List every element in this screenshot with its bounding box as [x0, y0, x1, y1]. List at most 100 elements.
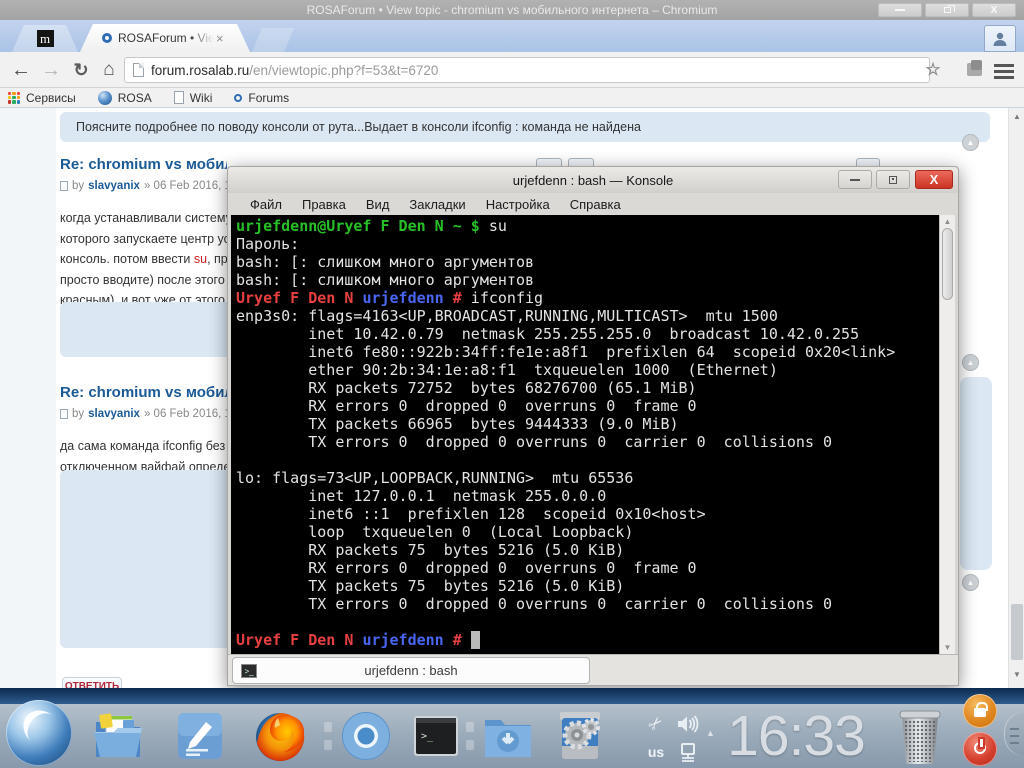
menu-item-3[interactable]: Закладки — [399, 197, 475, 212]
menu-item-1[interactable]: Правка — [292, 197, 356, 212]
pinned-tab[interactable]: m — [12, 25, 78, 52]
control-center-icon[interactable] — [552, 708, 608, 764]
scroll-down-arrow[interactable]: ▼ — [1009, 670, 1024, 679]
home-button[interactable]: ⌂ — [96, 52, 122, 88]
shutdown-button[interactable] — [963, 732, 997, 766]
downloads-folder-icon[interactable] — [480, 708, 536, 764]
minimize-icon — [850, 178, 860, 181]
url-path: /en/viewtopic.php?f=53&t=6720 — [249, 62, 439, 78]
close-button[interactable]: X — [972, 3, 1016, 17]
author-link[interactable]: slavyanix — [88, 180, 140, 192]
author-link[interactable]: slavyanix — [88, 408, 140, 420]
wiki-page-icon — [173, 91, 184, 104]
terminal-line: Пароль: — [236, 235, 300, 253]
svg-text:>_: >_ — [421, 731, 434, 742]
konsole-menubar: Файл Правка Вид Закладки Настройка Справка — [228, 193, 958, 215]
post-doc-icon — [60, 409, 68, 419]
trash-icon[interactable] — [892, 708, 948, 764]
quote-button-fragment[interactable] — [536, 158, 562, 166]
up-arrow-icon: ▲ — [966, 138, 975, 147]
post-title[interactable]: Re: chromium vs мобильного интернета — [60, 384, 227, 401]
address-bar[interactable]: forum.rosalab.ru/en/viewtopic.php?f=53&t… — [124, 57, 930, 83]
terminal-line: TX packets 75 bytes 5216 (5.0 KiB) — [236, 577, 625, 595]
chromium-titlebar: ROSAForum • View topic - chromium vs моб… — [0, 0, 1024, 20]
bookmark-star-icon[interactable]: ☆ — [920, 52, 946, 88]
panel-clock[interactable]: 16:33 — [716, 702, 876, 768]
scroll-up-arrow[interactable]: ▲ — [1009, 112, 1024, 121]
bookmark-label: Сервисы — [26, 90, 76, 105]
keyboard-layout-indicator[interactable]: us — [648, 744, 664, 760]
top-link-button[interactable]: ▲ — [962, 574, 979, 591]
scrollbar-thumb[interactable] — [1011, 604, 1023, 660]
terminal-scrollbar[interactable]: ▲ ▼ — [939, 215, 955, 654]
terminal-line: Uryef F Den N urjefdenn # ifconfig — [236, 289, 544, 307]
browser-scrollbar[interactable]: ▲ ▼ — [1008, 108, 1024, 690]
terminal-icon: >_ — [241, 663, 257, 678]
terminal-line: bash: [: слишком много аргументов — [236, 253, 535, 271]
lock-screen-button[interactable] — [963, 694, 997, 728]
terminal-line: TX packets 66965 bytes 9444333 (9.0 MiB) — [236, 415, 679, 433]
konsole-titlebar[interactable]: urjefdenn : bash — Konsole X — [228, 167, 958, 193]
bookmark-label: ROSA — [117, 90, 152, 105]
firefox-icon[interactable] — [252, 708, 308, 764]
tab-rosaforum[interactable]: ROSAForum • View topic × — [80, 24, 250, 52]
menu-item-5[interactable]: Справка — [560, 197, 631, 212]
network-icon[interactable] — [678, 742, 698, 762]
maximize-button[interactable] — [925, 3, 969, 17]
forward-button[interactable]: → — [38, 52, 64, 88]
maximize-icon — [889, 175, 897, 184]
system-tray: ✂ us — [640, 710, 704, 766]
new-tab-button[interactable] — [252, 28, 294, 52]
scroll-up-arrow[interactable]: ▲ — [940, 217, 955, 226]
top-link-button[interactable]: ▲ — [962, 134, 979, 151]
reload-button[interactable]: ↻ — [68, 52, 94, 88]
konsole-launcher-icon[interactable]: >_ — [408, 708, 464, 764]
menu-item-0[interactable]: Файл — [240, 197, 292, 212]
tab-close-icon[interactable]: × — [216, 31, 224, 46]
konsole-minimize-button[interactable] — [838, 170, 872, 189]
panel-separator — [324, 714, 332, 758]
terminal-line: RX errors 0 dropped 0 overruns 0 frame 0 — [236, 559, 697, 577]
bookmark-wiki[interactable]: Wiki — [173, 90, 213, 105]
scroll-down-arrow[interactable]: ▼ — [940, 643, 955, 652]
menu-item-4[interactable]: Настройка — [476, 197, 560, 212]
menu-button[interactable] — [994, 64, 1014, 79]
tab-title: ROSAForum • View topic — [118, 31, 214, 45]
clipboard-scissors-icon[interactable]: ✂ — [644, 712, 668, 736]
up-arrow-icon: ▲ — [966, 578, 975, 587]
file-manager-icon[interactable] — [90, 708, 146, 764]
bookmarks-bar: Сервисы ROSA Wiki Forums — [0, 88, 1024, 108]
chromium-icon[interactable] — [338, 708, 394, 764]
post-button-fragment[interactable] — [856, 158, 880, 166]
panel-handle[interactable] — [1004, 712, 1024, 756]
url-domain: forum.rosalab.ru — [151, 62, 250, 78]
terminal[interactable]: urjefdenn@Uryef F Den N ~ $ su Пароль: bas… — [231, 215, 942, 654]
top-link-button[interactable]: ▲ — [962, 354, 979, 371]
rosa-launcher-button[interactable] — [6, 700, 72, 766]
minimize-icon — [895, 9, 905, 11]
bookmark-rosa[interactable]: ROSA — [97, 90, 152, 105]
extension-icon[interactable] — [967, 60, 982, 76]
post-title[interactable]: Re: chromium vs мобильного интернета — [60, 156, 227, 173]
konsole-maximize-button[interactable] — [876, 170, 910, 189]
panel-separator — [466, 714, 474, 758]
konsole-tab[interactable]: >_ urjefdenn : bash — [232, 657, 590, 684]
text-editor-icon[interactable] — [172, 708, 228, 764]
rosa-icon — [97, 90, 112, 105]
tray-expander-icon[interactable]: ▲ — [706, 728, 715, 738]
volume-icon[interactable] — [677, 715, 699, 733]
window-title: ROSAForum • View topic - chromium vs моб… — [306, 3, 718, 17]
bookmark-forums[interactable]: Forums — [234, 91, 289, 105]
terminal-line: lo: flags=73<UP,LOOPBACK,RUNNING> mtu 65… — [236, 469, 634, 487]
post-body: когда устанавливали систему в которого з… — [60, 211, 227, 307]
back-button[interactable]: ← — [8, 52, 34, 88]
bookmark-label: Wiki — [189, 90, 213, 105]
profile-button[interactable] — [984, 25, 1016, 52]
konsole-close-button[interactable]: X — [915, 170, 953, 189]
quote-button-fragment[interactable] — [568, 158, 594, 166]
menu-item-2[interactable]: Вид — [356, 197, 400, 212]
minimize-button[interactable] — [878, 3, 922, 17]
bookmark-services[interactable]: Сервисы — [8, 91, 76, 105]
scrollbar-thumb[interactable] — [942, 228, 953, 300]
browser-toolbar: ← → ↻ ⌂ forum.rosalab.ru/en/viewtopic.ph… — [0, 52, 1024, 88]
